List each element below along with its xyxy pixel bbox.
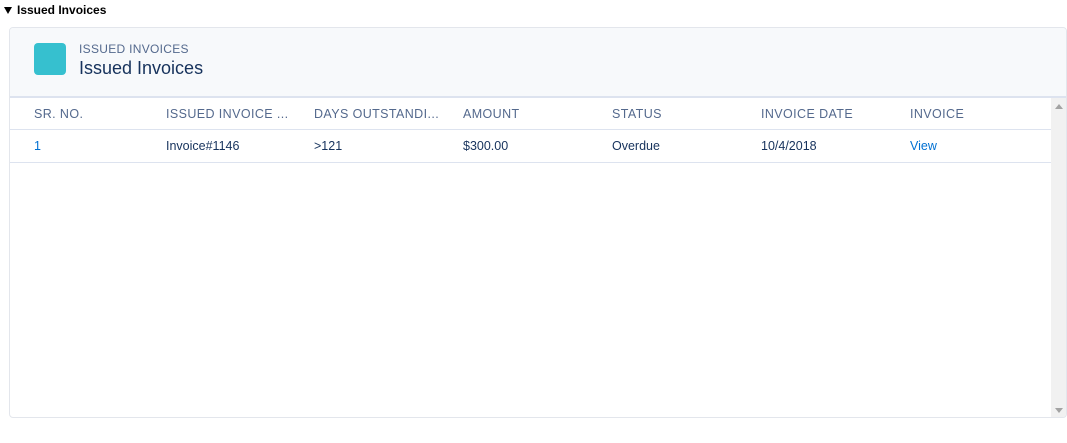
scroll-down-arrow-icon[interactable] [1055,408,1063,413]
section-toggle-issued-invoices[interactable]: Issued Invoices [4,3,106,17]
cell-days-outstanding: >121 [314,139,343,153]
card-title: Issued Invoices [79,58,204,78]
table-scrollbar[interactable] [1051,98,1066,417]
cell-status: Overdue [612,139,660,153]
caret-down-icon [4,6,12,14]
cell-amount: $300.00 [463,139,509,153]
column-header-invoice-date[interactable]: INVOICE DATE [761,98,889,129]
table-header-row: SR. NO. ISSUED INVOICE ... DAYS OUTSTAND… [10,98,1051,130]
column-header-amount[interactable]: AMOUNT [463,98,591,129]
cell-issued-invoice: Invoice#1146 [166,139,240,153]
cell-sr-no: 1 [34,139,41,153]
table-row: 1 Invoice#1146 >121 $300.00 Overdue 10/4… [10,130,1051,163]
column-header-status[interactable]: STATUS [612,98,740,129]
view-invoice-link[interactable]: View [910,130,1038,162]
scroll-up-arrow-icon[interactable] [1055,104,1063,109]
column-header-days-outstanding[interactable]: DAYS OUTSTANDI... [314,98,442,129]
card-eyebrow: ISSUED INVOICES [79,42,189,56]
issued-invoices-card: ISSUED INVOICES Issued Invoices SR. NO. … [9,27,1067,418]
column-header-issued-invoice[interactable]: ISSUED INVOICE ... [166,98,294,129]
invoices-table: SR. NO. ISSUED INVOICE ... DAYS OUTSTAND… [10,98,1051,417]
cell-invoice-date: 10/4/2018 [761,139,817,153]
column-header-invoice[interactable]: INVOICE [910,98,1038,129]
column-header-sr-no[interactable]: SR. NO. [34,98,154,129]
card-header: ISSUED INVOICES Issued Invoices [10,28,1066,98]
section-title: Issued Invoices [17,3,107,17]
invoice-card-icon [34,43,66,75]
